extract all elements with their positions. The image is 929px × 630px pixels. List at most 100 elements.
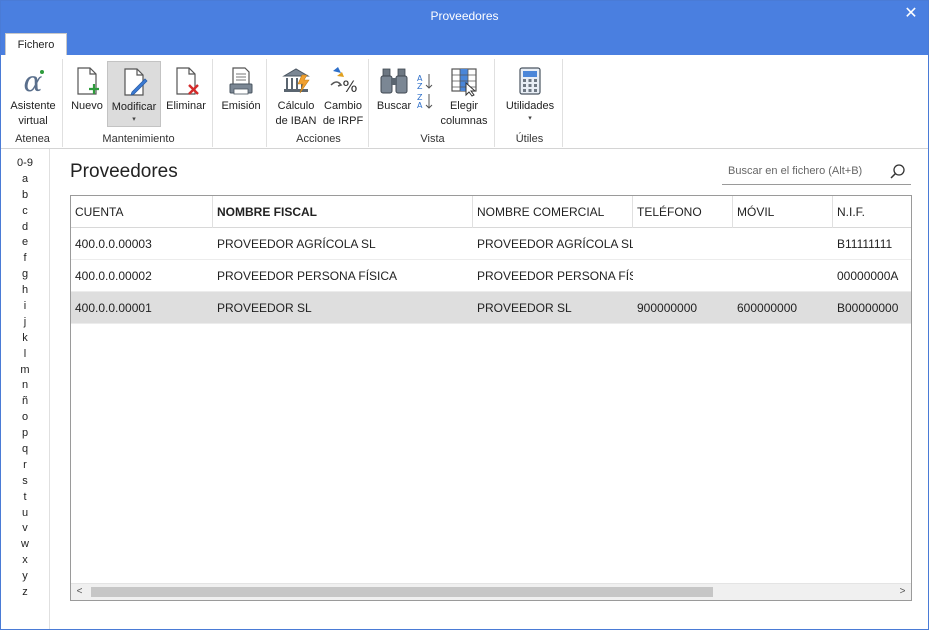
cell-movil (733, 260, 833, 292)
search-box[interactable]: Buscar en el fichero (Alt+B) (722, 161, 911, 185)
elegir-columnas-label: Elegir columnas (440, 100, 488, 127)
column-header-nombre-comercial[interactable]: NOMBRE COMERCIAL (473, 196, 633, 228)
nuevo-label: Nuevo (71, 100, 103, 112)
alphabet-letter[interactable]: s (1, 474, 49, 490)
sort-button[interactable]: A Z Z A (415, 61, 435, 127)
asistente-virtual-button[interactable]: α Asistente virtual (5, 61, 61, 127)
ribbon: α Asistente virtual Atenea Nuevo Modific… (1, 55, 928, 149)
alphabet-letter[interactable]: z (1, 585, 49, 601)
emision-button[interactable]: Emisión (217, 61, 265, 127)
alphabet-letter[interactable]: o (1, 410, 49, 426)
alphabet-letter[interactable]: h (1, 283, 49, 299)
alphabet-letter[interactable]: 0-9 (1, 156, 49, 172)
eliminar-label: Eliminar (166, 100, 206, 112)
column-header-telefono[interactable]: TELÉFONO (633, 196, 733, 228)
alphabet-letter[interactable]: g (1, 267, 49, 283)
new-document-icon (77, 67, 99, 95)
group-utiles: Utilidades ▾ Útiles (497, 59, 563, 147)
cell-movil: 600000000 (737, 301, 798, 315)
alphabet-letter[interactable]: u (1, 506, 49, 522)
group-label-vista: Vista (420, 133, 445, 145)
horizontal-scrollbar[interactable]: < > (71, 583, 911, 600)
percent-icon: % (330, 67, 358, 96)
tab-fichero[interactable]: Fichero (5, 33, 67, 55)
cell-nombre-fiscal: PROVEEDOR AGRÍCOLA SL (217, 237, 376, 251)
close-button[interactable]: ✕ (902, 5, 920, 23)
edit-document-icon (124, 68, 148, 96)
modificar-label: Modificar (111, 101, 157, 113)
sort-az-icon: A Z Z A (417, 74, 433, 110)
alphabet-letter[interactable]: k (1, 331, 49, 347)
column-header-nombre-fiscal[interactable]: NOMBRE FISCAL (213, 196, 473, 228)
buscar-button[interactable]: Buscar (373, 61, 415, 127)
cell-nombre-fiscal: PROVEEDOR SL (217, 301, 312, 315)
app-window: Proveedores ✕ Fichero α Asistente virtua… (0, 0, 929, 630)
modificar-button[interactable]: Modificar ▾ (107, 61, 161, 127)
ribbon-tabs: Fichero (1, 31, 928, 55)
alphabet-letter[interactable]: m (1, 363, 49, 379)
alphabet-letter[interactable]: b (1, 188, 49, 204)
nuevo-button[interactable]: Nuevo (67, 61, 107, 127)
table-row-selected[interactable]: 400.0.0.00001 PROVEEDOR SL PROVEEDOR SL … (71, 292, 911, 324)
scroll-left-button[interactable]: < (71, 584, 88, 600)
cell-nombre-comercial: PROVEEDOR PERSONA FÍSI... (477, 269, 633, 283)
cell-nombre-comercial: PROVEEDOR SL (477, 301, 572, 315)
group-label-acciones: Acciones (296, 133, 341, 145)
cambio-irpf-button[interactable]: % Cambio de IRPF (321, 61, 365, 127)
utilidades-button[interactable]: Utilidades ▾ (501, 61, 559, 127)
cell-telefono (633, 260, 733, 292)
calculo-iban-button[interactable]: Cálculo de IBAN (273, 61, 319, 127)
cell-movil (733, 228, 833, 260)
alphabet-letter[interactable]: i (1, 299, 49, 315)
scroll-thumb[interactable] (91, 587, 713, 597)
title-bar: Proveedores ✕ (1, 1, 928, 31)
table-row[interactable]: 400.0.0.00003 PROVEEDOR AGRÍCOLA SL PROV… (71, 228, 911, 260)
search-input[interactable]: Buscar en el fichero (Alt+B) (728, 165, 862, 177)
table-row[interactable]: 400.0.0.00002 PROVEEDOR PERSONA FÍSICA P… (71, 260, 911, 292)
alphabet-letter[interactable]: e (1, 235, 49, 251)
column-header-cuenta[interactable]: CUENTA (71, 196, 213, 228)
scroll-right-button[interactable]: > (894, 584, 911, 600)
cell-telefono (633, 228, 733, 260)
alphabet-letter[interactable]: d (1, 220, 49, 236)
svg-text:Z: Z (417, 82, 423, 91)
column-header-nif[interactable]: N.I.F. (833, 196, 911, 228)
utilidades-label: Utilidades (505, 100, 555, 112)
alphabet-letter[interactable]: y (1, 569, 49, 585)
chevron-down-icon: ▾ (132, 116, 136, 123)
cell-nif: 00000000A (837, 269, 899, 283)
print-document-icon (229, 67, 253, 95)
group-label-mantenimiento: Mantenimiento (102, 133, 175, 145)
alphabet-letter[interactable]: q (1, 442, 49, 458)
cambio-irpf-label: Cambio de IRPF (322, 100, 364, 127)
buscar-label: Buscar (376, 100, 412, 112)
alphabet-letter[interactable]: l (1, 347, 49, 363)
alphabet-letter[interactable]: w (1, 537, 49, 553)
svg-text:α: α (24, 65, 43, 97)
alphabet-letter[interactable]: c (1, 204, 49, 220)
elegir-columnas-button[interactable]: Elegir columnas (437, 61, 491, 127)
cell-nif: B00000000 (837, 301, 899, 315)
alphabet-letter[interactable]: r (1, 458, 49, 474)
alphabet-letter[interactable]: ñ (1, 394, 49, 410)
group-vista: Buscar A Z Z A Elegir columnas Vista (371, 59, 495, 147)
cell-nombre-comercial: PROVEEDOR AGRÍCOLA SL (477, 237, 633, 251)
alphabet-letter[interactable]: v (1, 521, 49, 537)
eliminar-button[interactable]: Eliminar (163, 61, 209, 127)
search-icon[interactable] (889, 163, 907, 181)
group-mantenimiento: Nuevo Modificar ▾ Eliminar Mantenimiento (65, 59, 213, 147)
bank-icon (282, 68, 310, 94)
chevron-down-icon: ▾ (528, 115, 532, 122)
group-emision: Emisión (215, 59, 267, 147)
columns-icon (451, 68, 477, 97)
alphabet-letter[interactable]: x (1, 553, 49, 569)
column-header-movil[interactable]: MÓVIL (733, 196, 833, 228)
alphabet-letter[interactable]: a (1, 172, 49, 188)
group-label-utiles: Útiles (515, 133, 544, 145)
alphabet-letter[interactable]: p (1, 426, 49, 442)
alphabet-letter[interactable]: n (1, 378, 49, 394)
alphabet-letter[interactable]: j (1, 315, 49, 331)
alphabet-letter[interactable]: f (1, 251, 49, 267)
alphabet-letter[interactable]: t (1, 490, 49, 506)
delete-document-icon (176, 67, 199, 95)
